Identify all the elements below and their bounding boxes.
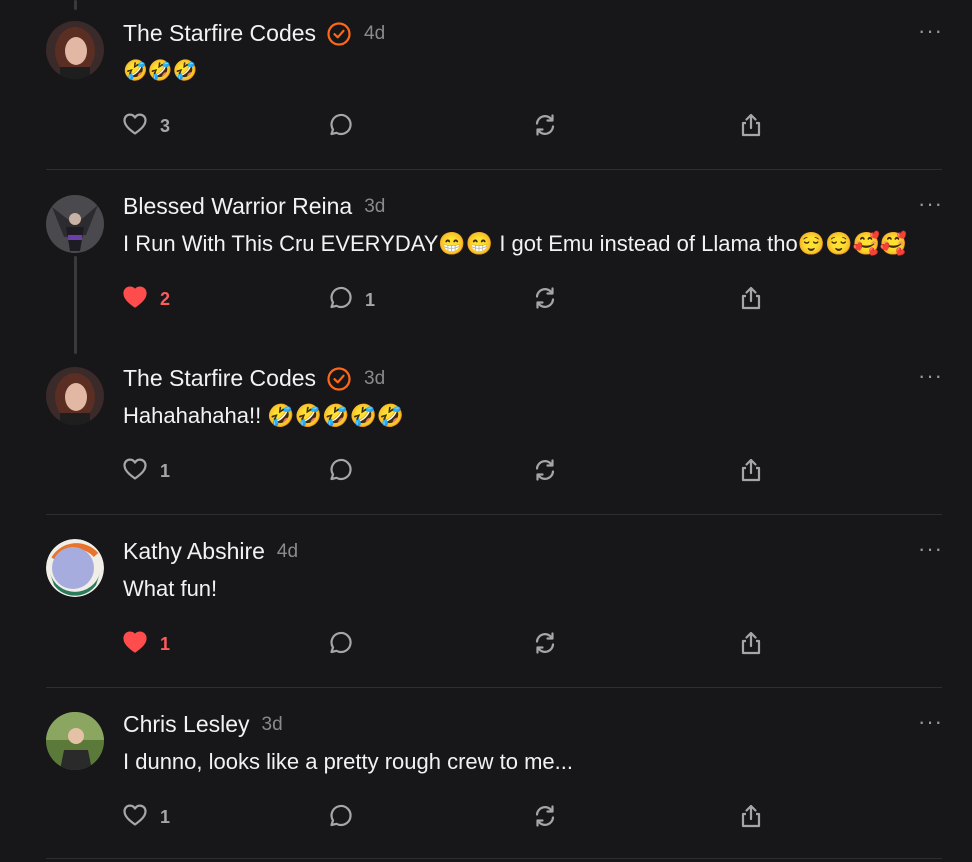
restack-button[interactable] (532, 457, 558, 488)
share-icon (738, 285, 764, 316)
comment-text: What fun! (123, 576, 218, 601)
timestamp[interactable]: 4d (364, 23, 385, 45)
restack-icon (532, 112, 558, 143)
share-button[interactable] (738, 803, 764, 834)
heart-icon (122, 457, 148, 486)
heart-icon (122, 803, 148, 832)
like-count: 3 (160, 116, 171, 136)
heart-icon (122, 630, 148, 659)
like-count: 1 (160, 634, 171, 654)
comment-icon (327, 285, 353, 316)
avatar[interactable] (46, 195, 104, 253)
share-button[interactable] (738, 457, 764, 488)
restack-button[interactable] (532, 630, 558, 661)
timestamp[interactable]: 4d (277, 541, 298, 563)
reply-button[interactable] (327, 630, 353, 661)
like-button[interactable]: 1 (122, 630, 170, 659)
avatar[interactable] (46, 539, 104, 597)
like-count: 1 (160, 461, 171, 481)
restack-button[interactable] (532, 285, 558, 316)
reply-button[interactable] (327, 112, 353, 143)
avatar[interactable] (46, 21, 104, 79)
author-name[interactable]: The Starfire Codes (123, 20, 316, 47)
timestamp[interactable]: 3d (364, 196, 385, 218)
share-button[interactable] (738, 630, 764, 661)
comment-icon (327, 630, 353, 661)
more-options-button[interactable]: ··· (918, 363, 943, 389)
share-icon (738, 457, 764, 488)
comment-icon (327, 803, 353, 834)
author-name[interactable]: Kathy Abshire (123, 538, 265, 565)
like-button[interactable]: 2 (122, 285, 170, 314)
comment-text: I Run With This Cru EVERYDAY😁😁 I got Emu… (123, 231, 908, 256)
restack-icon (532, 630, 558, 661)
reply-button[interactable]: 1 (327, 285, 375, 316)
restack-icon (532, 457, 558, 488)
divider (46, 169, 942, 170)
more-options-button[interactable]: ··· (918, 191, 943, 217)
reply-button[interactable] (327, 803, 353, 834)
restack-button[interactable] (532, 803, 558, 834)
like-button[interactable]: 1 (122, 457, 170, 486)
share-icon (738, 112, 764, 143)
reply-count: 1 (365, 290, 376, 310)
divider (46, 858, 942, 859)
thread-line-reply (74, 256, 77, 354)
comment-text: Hahahahaha!! 🤣🤣🤣🤣🤣 (123, 403, 405, 428)
avatar[interactable] (46, 367, 104, 425)
verified-check-icon (326, 21, 352, 47)
share-icon (738, 803, 764, 834)
like-count: 2 (160, 289, 171, 309)
share-icon (738, 630, 764, 661)
timestamp[interactable]: 3d (262, 714, 283, 736)
restack-icon (532, 285, 558, 316)
restack-icon (532, 803, 558, 834)
reply-button[interactable] (327, 457, 353, 488)
verified-check-icon (326, 366, 352, 392)
thread-line-top (74, 0, 77, 10)
author-name[interactable]: Blessed Warrior Reina (123, 193, 352, 220)
avatar[interactable] (46, 712, 104, 770)
comment-icon (327, 457, 353, 488)
heart-icon (122, 112, 148, 141)
share-button[interactable] (738, 112, 764, 143)
like-count: 1 (160, 807, 171, 827)
heart-icon (122, 285, 148, 314)
more-options-button[interactable]: ··· (918, 18, 943, 44)
share-button[interactable] (738, 285, 764, 316)
comment-text: 🤣🤣🤣 (123, 60, 198, 82)
like-button[interactable]: 3 (122, 112, 170, 141)
divider (46, 514, 942, 515)
restack-button[interactable] (532, 112, 558, 143)
more-options-button[interactable]: ··· (918, 709, 943, 735)
comment-icon (327, 112, 353, 143)
author-name[interactable]: The Starfire Codes (123, 365, 316, 392)
author-name[interactable]: Chris Lesley (123, 711, 250, 738)
divider (46, 687, 942, 688)
more-options-button[interactable]: ··· (918, 536, 943, 562)
timestamp[interactable]: 3d (364, 368, 385, 390)
like-button[interactable]: 1 (122, 803, 170, 832)
comment-text: I dunno, looks like a pretty rough crew … (123, 749, 574, 774)
